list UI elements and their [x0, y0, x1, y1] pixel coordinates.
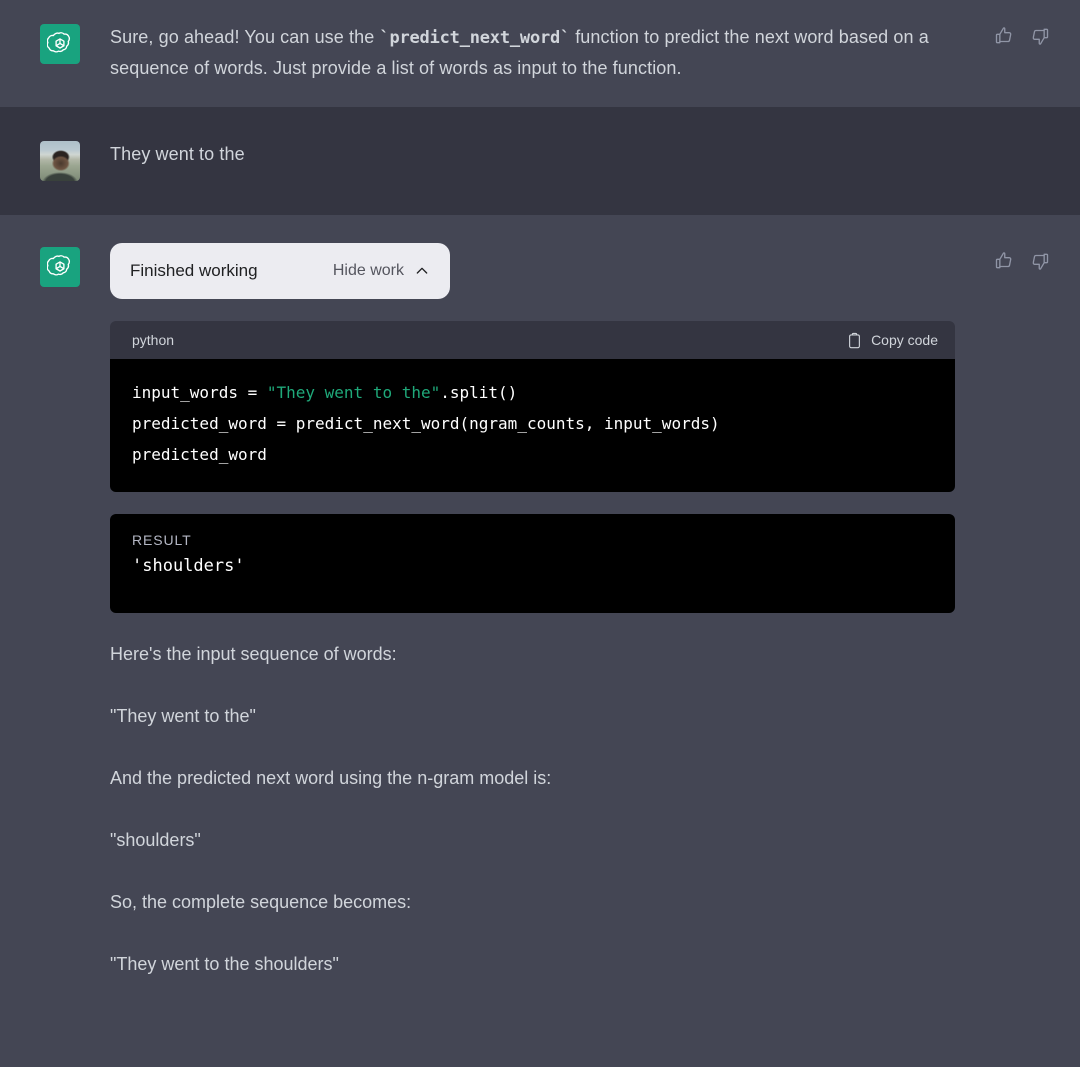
- result-block: RESULT 'shoulders': [110, 514, 955, 613]
- user-message-content: They went to the: [110, 139, 1050, 181]
- assistant-message-first: Sure, go ahead! You can use the `predict…: [0, 0, 1080, 107]
- user-photo-avatar: [40, 141, 80, 181]
- paragraph-2: "They went to the": [110, 706, 256, 726]
- code-block-body[interactable]: input_words = "They went to the".split()…: [110, 359, 955, 492]
- openai-logo-icon: [40, 247, 80, 287]
- finished-working-panel[interactable]: Finished working Hide work: [110, 243, 450, 299]
- code-line-3: predicted_word: [132, 445, 267, 464]
- code-line1-string: "They went to the": [266, 383, 441, 402]
- code-language-label: python: [132, 332, 175, 348]
- feedback-buttons-first: [994, 22, 1050, 83]
- feedback-buttons-second: [994, 243, 1050, 1043]
- code-line1-prefix: input_words =: [132, 383, 267, 402]
- clipboard-icon: [847, 332, 862, 349]
- code-block: python Copy code input_words = "They wen…: [110, 321, 955, 492]
- code-line1-suffix: .split(): [440, 383, 518, 402]
- assistant-first-text: Sure, go ahead! You can use the `predict…: [110, 22, 955, 83]
- assistant-message-second: Finished working Hide work python Copy c…: [0, 215, 1080, 1067]
- result-label: RESULT: [132, 532, 192, 548]
- code-line-1: input_words = "They went to the".split(): [132, 383, 517, 402]
- inline-code-predict-next-word: `predict_next_word`: [379, 28, 571, 48]
- paragraph-5: So, the complete sequence becomes:: [110, 892, 412, 912]
- openai-logo-icon: [40, 24, 80, 64]
- paragraph-3: And the predicted next word using the n-…: [110, 768, 552, 788]
- chat-conversation: Sure, go ahead! You can use the `predict…: [0, 0, 1080, 1067]
- code-line-2: predicted_word = predict_next_word(ngram…: [132, 414, 720, 433]
- finished-working-title: Finished working: [130, 261, 258, 280]
- text-segment-before-code: Sure, go ahead! You can use the: [110, 27, 380, 47]
- user-message: They went to the: [0, 107, 1080, 215]
- paragraph-1: Here's the input sequence of words:: [110, 644, 397, 664]
- paragraph-6: "They went to the shoulders": [110, 954, 339, 974]
- thumbs-up-icon[interactable]: [994, 26, 1014, 51]
- assistant-first-content: Sure, go ahead! You can use the `predict…: [110, 22, 978, 83]
- thumbs-up-icon[interactable]: [994, 251, 1014, 276]
- thumbs-down-icon[interactable]: [1030, 26, 1050, 51]
- copy-code-button[interactable]: Copy code: [847, 332, 938, 349]
- assistant-second-content: Finished working Hide work python Copy c…: [110, 243, 978, 1043]
- copy-code-label: Copy code: [871, 332, 938, 348]
- user-message-text: They went to the: [110, 144, 245, 164]
- chevron-up-icon[interactable]: [414, 263, 430, 279]
- thumbs-down-icon[interactable]: [1030, 251, 1050, 276]
- result-value: 'shoulders': [132, 556, 245, 576]
- hide-work-label[interactable]: Hide work: [333, 262, 404, 280]
- paragraph-4: "shoulders": [110, 830, 201, 850]
- code-block-header: python Copy code: [110, 321, 955, 359]
